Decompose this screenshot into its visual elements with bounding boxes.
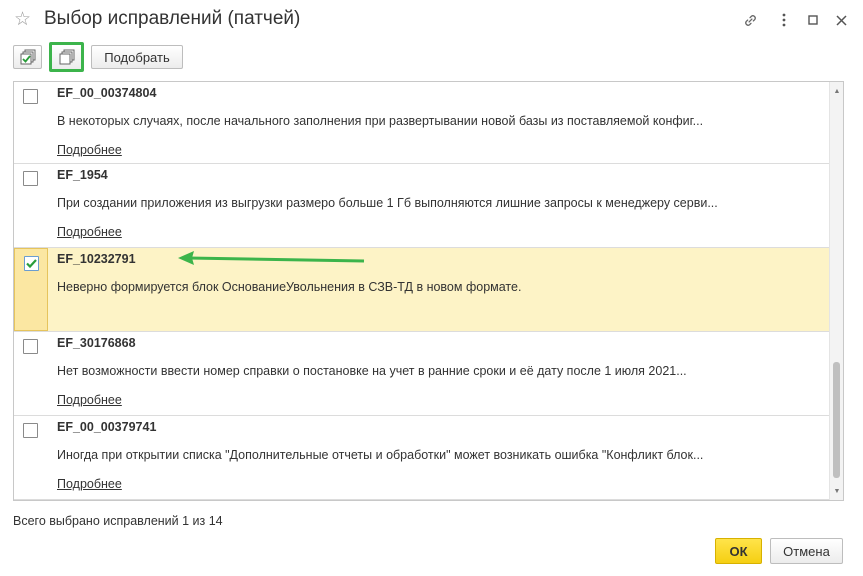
- patch-checkbox-checked[interactable]: [24, 256, 39, 271]
- details-link[interactable]: Подробнее: [57, 477, 122, 491]
- patch-code: EF_00_00379741: [57, 420, 157, 434]
- details-link[interactable]: Подробнее: [57, 143, 122, 157]
- patch-description: Иногда при открытии списка "Дополнительн…: [57, 448, 704, 462]
- window-title: Выбор исправлений (патчей): [44, 8, 301, 29]
- checkmark-icon: [26, 259, 37, 269]
- list-item[interactable]: EF_00_00379741 Иногда при открытии списк…: [14, 416, 830, 500]
- pick-button-label: Подобрать: [104, 49, 170, 65]
- checkbox-cell: [14, 82, 48, 163]
- list-item[interactable]: EF_1954 При создании приложения из выгру…: [14, 164, 830, 248]
- details-link[interactable]: Подробнее: [57, 225, 122, 239]
- title-bar: ☆ Выбор исправлений (патчей): [0, 0, 863, 40]
- scroll-thumb[interactable]: [833, 362, 840, 478]
- checkbox-cell: [14, 164, 48, 247]
- list-item-selected[interactable]: EF_10232791 Неверно формируется блок Осн…: [14, 248, 830, 332]
- ok-button-label: ОК: [729, 543, 748, 559]
- selection-status: Всего выбрано исправлений 1 из 14: [13, 514, 223, 528]
- maximize-icon[interactable]: [803, 10, 823, 30]
- cancel-button[interactable]: Отмена: [770, 538, 843, 564]
- link-icon[interactable]: [740, 10, 760, 30]
- patch-rows: EF_00_00374804 В некоторых случаях, посл…: [14, 82, 830, 500]
- list-item[interactable]: EF_00_00374804 В некоторых случаях, посл…: [14, 82, 830, 164]
- patch-description: Нет возможности ввести номер справки о п…: [57, 364, 687, 378]
- patch-code: EF_00_00374804: [57, 86, 157, 100]
- checkbox-cell: [14, 332, 48, 415]
- uncheck-all-icon: [59, 49, 74, 65]
- pick-button[interactable]: Подобрать: [91, 45, 183, 69]
- ok-button[interactable]: ОК: [715, 538, 762, 564]
- patch-checkbox[interactable]: [23, 89, 38, 104]
- checkbox-cell: [14, 416, 48, 499]
- patch-description: Неверно формируется блок ОснованиеУвольн…: [57, 280, 522, 294]
- more-menu-icon[interactable]: [774, 10, 794, 30]
- check-all-icon: [20, 49, 35, 65]
- patch-checkbox[interactable]: [23, 171, 38, 186]
- check-all-button[interactable]: [13, 45, 42, 69]
- patch-code: EF_10232791: [57, 252, 136, 266]
- patch-code: EF_1954: [57, 168, 108, 182]
- star-icon[interactable]: ☆: [14, 10, 34, 30]
- close-icon[interactable]: [831, 10, 851, 30]
- patch-description: При создании приложения из выгрузки разм…: [57, 196, 718, 210]
- details-link[interactable]: Подробнее: [57, 393, 122, 407]
- uncheck-all-button[interactable]: [49, 42, 84, 72]
- annotation-arrow-icon: [178, 251, 365, 265]
- patch-checkbox[interactable]: [23, 339, 38, 354]
- list-item[interactable]: EF_30176868 Нет возможности ввести номер…: [14, 332, 830, 416]
- scroll-up-icon[interactable]: ▲: [830, 84, 843, 98]
- patch-list[interactable]: EF_00_00374804 В некоторых случаях, посл…: [13, 81, 844, 501]
- patch-checkbox[interactable]: [23, 423, 38, 438]
- patch-description: В некоторых случаях, после начального за…: [57, 114, 704, 128]
- scroll-down-icon[interactable]: ▼: [830, 484, 843, 498]
- patch-code: EF_30176868: [57, 336, 136, 350]
- checkbox-cell: [14, 248, 48, 331]
- cancel-button-label: Отмена: [783, 543, 830, 559]
- vertical-scrollbar[interactable]: ▲ ▼: [829, 82, 843, 500]
